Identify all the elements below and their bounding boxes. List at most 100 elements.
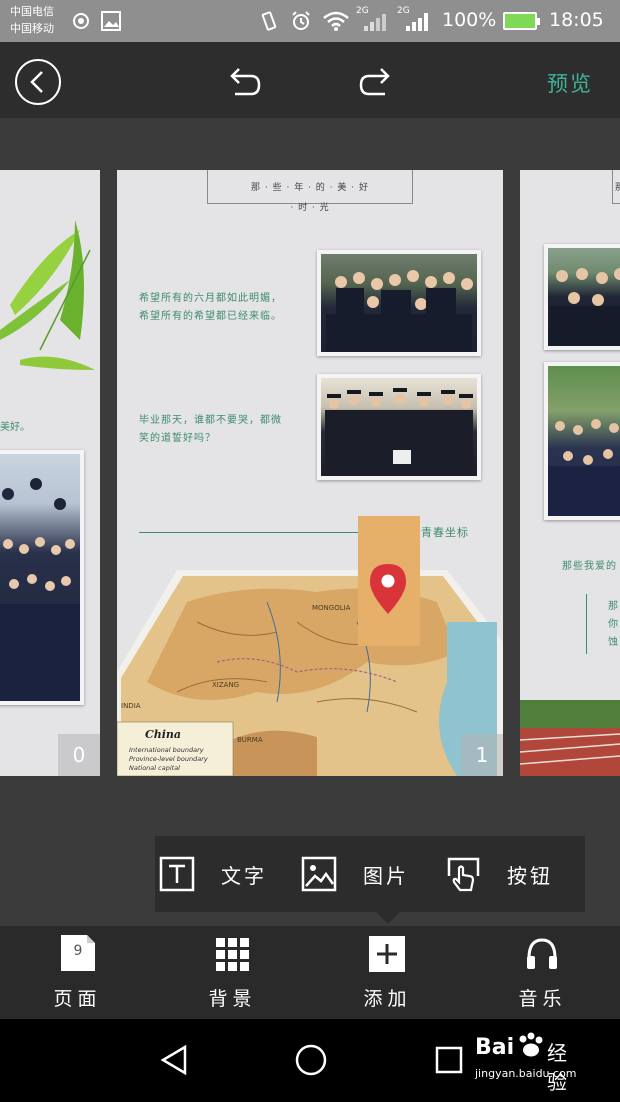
back-button[interactable] bbox=[15, 59, 61, 105]
page-2-title: 那 bbox=[615, 183, 620, 193]
page-thumbnail-2[interactable]: 那 那些我爱的 那 你 蚀 bbox=[520, 170, 620, 776]
preview-button[interactable]: 预览 bbox=[547, 68, 593, 98]
photo-frame bbox=[317, 250, 481, 356]
graduation-photo bbox=[0, 454, 80, 701]
page-icon: 9 bbox=[60, 934, 96, 972]
page-0-text: 美好。 bbox=[0, 422, 30, 433]
page-thumbnail-1[interactable]: 那 · 些 · 年 · 的 · 美 · 好 · 时 · 光 希望所有的六月都如此… bbox=[117, 170, 503, 776]
tab-pages[interactable]: 9 页面 bbox=[0, 926, 155, 1019]
signal-strength-icon bbox=[406, 13, 428, 31]
page-thumbnail-0[interactable]: 美好。 0 bbox=[0, 170, 100, 776]
editor-toolbar: 预览 bbox=[0, 42, 620, 118]
vertical-divider bbox=[586, 594, 587, 654]
text-tool-icon bbox=[159, 856, 195, 892]
system-navigation-bar: Bai 经验 jingyan.baidu.com bbox=[0, 1019, 620, 1102]
photo-frame bbox=[544, 362, 620, 520]
battery-charging-icon bbox=[503, 12, 540, 30]
chevron-left-icon bbox=[30, 71, 43, 93]
undo-icon[interactable] bbox=[225, 62, 265, 102]
quote-2-line-2: 笑的道誓好吗？ bbox=[139, 433, 216, 444]
button-tool-icon bbox=[447, 857, 480, 892]
bamboo-leaves-illustration bbox=[0, 220, 95, 370]
photo-frame bbox=[544, 244, 620, 350]
carrier-2: 中国移动 bbox=[10, 22, 54, 35]
quote-2: 毕业那天，谁都不要哭，都微 笑的道誓好吗？ bbox=[139, 412, 282, 448]
graduation-photo bbox=[321, 254, 477, 352]
insert-button-button[interactable]: 按钮 bbox=[445, 856, 553, 892]
quote-1-line-2: 希望所有的希望都已经来临。 bbox=[139, 311, 282, 322]
insert-menu: 文字 图片 按钮 bbox=[155, 836, 585, 924]
hotspot-icon bbox=[73, 13, 89, 29]
carrier-1: 中国电信 bbox=[10, 5, 54, 18]
quote-1-line-1: 希望所有的六月都如此明媚， bbox=[139, 293, 282, 304]
grid-icon bbox=[216, 938, 249, 971]
nav-recents-icon[interactable] bbox=[434, 1045, 464, 1075]
nav-home-icon[interactable] bbox=[294, 1043, 328, 1077]
legend-item: Province-level boundary bbox=[129, 755, 208, 763]
page-title-line-1: 那 · 些 · 年 · 的 · 美 · 好 bbox=[251, 183, 369, 193]
page-number-1: 1 bbox=[461, 734, 503, 776]
tab-music[interactable]: 音乐 bbox=[465, 926, 620, 1019]
plus-icon bbox=[369, 936, 405, 972]
graduates-crowd bbox=[548, 419, 620, 516]
graduates-crowd bbox=[0, 478, 80, 701]
redo-icon[interactable] bbox=[355, 62, 395, 102]
map-label: BURMA bbox=[237, 736, 263, 744]
china-map: MONGOLIA XIZANG INDIA BURMA China Intern… bbox=[117, 570, 503, 776]
page-number-0: 0 bbox=[58, 734, 100, 776]
photo-frame bbox=[317, 374, 481, 480]
battery-percent: 100% bbox=[442, 9, 497, 31]
side-line-1: 那 bbox=[608, 601, 619, 612]
clock: 18:05 bbox=[549, 9, 604, 31]
running-track-image bbox=[520, 700, 620, 776]
map-label: INDIA bbox=[121, 702, 141, 710]
page-count: 9 bbox=[73, 943, 83, 959]
side-line-2: 你 bbox=[608, 619, 619, 630]
page-title-line-2: · 时 · 光 bbox=[290, 203, 330, 213]
graduation-photo bbox=[548, 248, 620, 346]
side-line-3: 蚀 bbox=[608, 637, 619, 648]
watermark-brand-prefix: Bai bbox=[475, 1035, 515, 1060]
tab-pages-label: 页面 bbox=[53, 988, 102, 1010]
tab-add[interactable]: 添加 bbox=[310, 926, 465, 1019]
insert-button-label: 按钮 bbox=[507, 863, 553, 888]
signal-strength-icon bbox=[364, 14, 386, 31]
legend-item: National capital bbox=[129, 764, 180, 772]
diploma bbox=[393, 450, 411, 464]
watermark-brand-suffix: 经验 bbox=[547, 1041, 567, 1094]
status-bar: 中国电信 中国移动 2G 2G 100% 18:05 bbox=[0, 0, 620, 42]
baidu-watermark: Bai 经验 jingyan.baidu.com bbox=[475, 1032, 577, 1094]
tab-background[interactable]: 背景 bbox=[155, 926, 310, 1019]
graduation-photo bbox=[321, 378, 477, 476]
legend-item: International boundary bbox=[129, 746, 204, 754]
graduates-row bbox=[325, 388, 473, 476]
vibrate-icon bbox=[261, 11, 277, 31]
insert-text-label: 文字 bbox=[221, 863, 267, 888]
headphones-icon bbox=[527, 938, 557, 969]
graduates-group bbox=[550, 268, 620, 346]
graduates-group bbox=[326, 270, 473, 352]
quote-2-line-1: 毕业那天，谁都不要哭，都微 bbox=[139, 415, 282, 426]
tab-background-label: 背景 bbox=[208, 988, 257, 1010]
editor-screen: 中国电信 中国移动 2G 2G 100% 18:05 预览 美好。 0 那 · … bbox=[0, 0, 620, 1102]
carrier-names: 中国电信 中国移动 bbox=[10, 3, 54, 37]
map-label: MONGOLIA bbox=[312, 604, 351, 612]
insert-text-button[interactable]: 文字 bbox=[159, 856, 267, 892]
insert-image-label: 图片 bbox=[363, 863, 409, 888]
tab-music-label: 音乐 bbox=[518, 988, 567, 1010]
map-title: China bbox=[145, 728, 181, 741]
photo-frame bbox=[0, 450, 84, 705]
graduation-photo bbox=[548, 366, 620, 516]
map-pin-icon bbox=[370, 564, 406, 614]
image-tool-icon bbox=[301, 856, 337, 892]
insert-image-button[interactable]: 图片 bbox=[301, 856, 409, 892]
quote-1: 希望所有的六月都如此明媚， 希望所有的希望都已经来临。 bbox=[139, 290, 282, 326]
map-label: XIZANG bbox=[212, 681, 239, 689]
image-notification-icon bbox=[101, 11, 121, 31]
nav-back-icon[interactable] bbox=[157, 1043, 191, 1077]
page-2-side-text: 那 你 蚀 bbox=[608, 598, 619, 652]
tab-add-label: 添加 bbox=[363, 988, 412, 1010]
page-carousel[interactable]: 美好。 0 那 · 些 · 年 · 的 · 美 · 好 · 时 · 光 希望所有… bbox=[0, 118, 620, 926]
divider-line bbox=[139, 532, 361, 533]
paw-icon bbox=[519, 1032, 543, 1057]
